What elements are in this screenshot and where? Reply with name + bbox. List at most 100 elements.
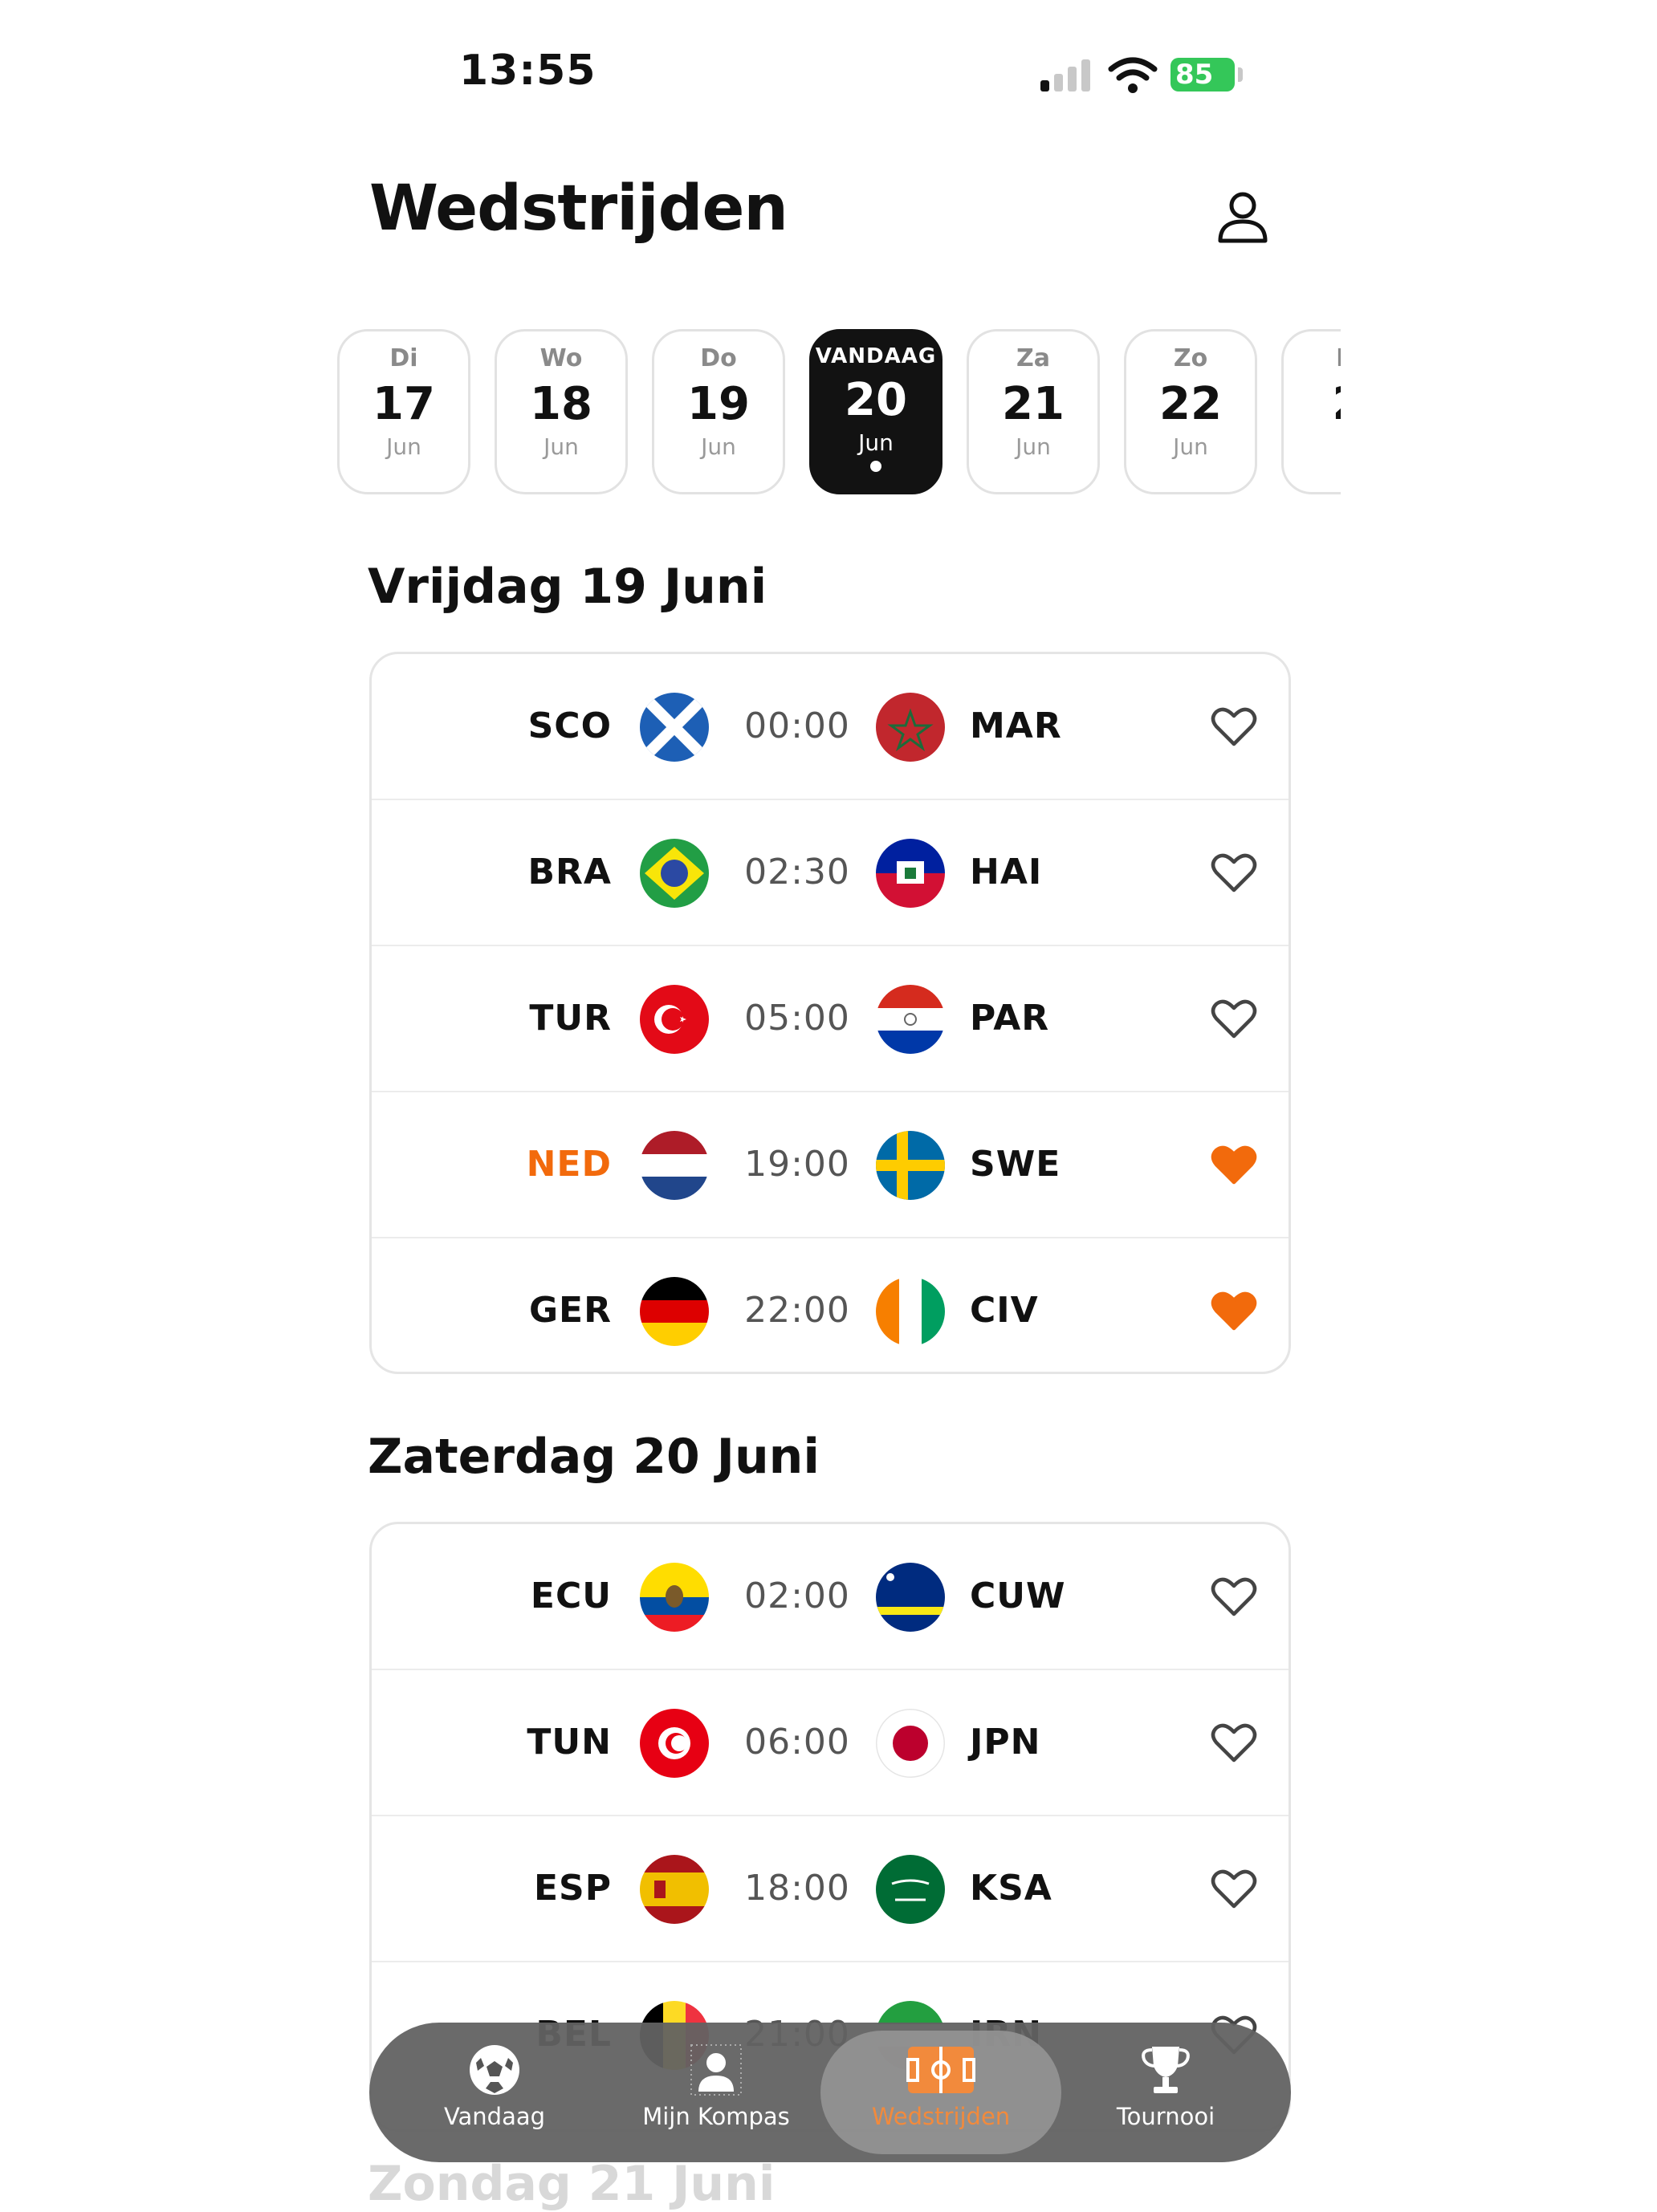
battery-tip <box>1238 67 1243 82</box>
away-team: JPN <box>970 1722 1041 1763</box>
heart-outline-icon[interactable] <box>1210 848 1258 897</box>
soccer-ball-icon <box>470 2045 519 2095</box>
tab-vandaag[interactable]: Vandaag <box>382 2023 607 2162</box>
date-month: Jun <box>858 429 894 456</box>
match-row[interactable]: BRA 02:30 HAI <box>372 799 1289 945</box>
page-title: Wedstrijden <box>369 173 788 245</box>
kickoff-time: 19:00 <box>744 1144 850 1185</box>
date-day: 21 <box>1002 378 1065 430</box>
away-team: HAI <box>970 852 1043 893</box>
person-icon <box>690 2044 742 2096</box>
date-weekday: Zo <box>1173 344 1208 372</box>
tunisia-flag-icon <box>640 1709 709 1778</box>
heart-outline-icon[interactable] <box>1210 1718 1258 1767</box>
section-title: Zondag 21 Juni <box>368 2156 776 2212</box>
date-month: Jun <box>1016 433 1051 460</box>
tab-tournooi[interactable]: Tournooi <box>1053 2023 1278 2162</box>
match-row[interactable]: NED 19:00 SWE <box>372 1091 1289 1237</box>
home-team: GER <box>528 1290 612 1331</box>
tab-label: Tournooi <box>1116 2103 1215 2130</box>
sweden-flag-icon <box>876 1131 945 1200</box>
field-icon <box>906 2047 975 2093</box>
date-chip[interactable]: Zo 22 Jun <box>1124 329 1257 494</box>
heart-outline-icon[interactable] <box>1210 702 1258 750</box>
home-team: ECU <box>530 1576 612 1616</box>
date-weekday: Do <box>700 344 737 372</box>
date-weekday: Za <box>1016 344 1050 372</box>
match-row[interactable]: ESP 18:00 KSA <box>372 1815 1289 1961</box>
home-team: ESP <box>534 1868 612 1909</box>
home-team: NED <box>526 1144 612 1185</box>
match-row[interactable]: TUR 05:00 PAR <box>372 945 1289 1091</box>
date-month: Jun <box>701 433 736 460</box>
date-chip[interactable]: Do 19 Jun <box>652 329 785 494</box>
tab-label: Mijn Kompas <box>642 2103 790 2130</box>
ecuador-flag-icon <box>640 1563 709 1632</box>
netherlands-flag-icon <box>640 1131 709 1200</box>
match-row[interactable]: ECU 02:00 CUW <box>372 1524 1289 1669</box>
away-team: PAR <box>970 998 1050 1039</box>
ivory-coast-flag-icon <box>876 1277 945 1346</box>
date-chip[interactable]: Wo 18 Jun <box>495 329 628 494</box>
tab-label: Vandaag <box>443 2103 546 2130</box>
match-row[interactable]: GER 22:00 CIV <box>372 1237 1289 1372</box>
match-row[interactable]: TUN 06:00 JPN <box>372 1669 1289 1815</box>
home-team: TUR <box>529 998 612 1039</box>
date-day: 18 <box>530 378 592 430</box>
wifi-icon <box>1108 57 1158 93</box>
kickoff-time: 02:30 <box>744 852 850 893</box>
japan-flag-icon <box>876 1709 945 1778</box>
morocco-flag-icon <box>876 693 945 762</box>
date-month: Jun <box>544 433 579 460</box>
kickoff-time: 05:00 <box>744 998 850 1039</box>
heart-outline-icon[interactable] <box>1210 1864 1258 1913</box>
haiti-flag-icon <box>876 839 945 908</box>
curacao-flag-icon <box>876 1563 945 1632</box>
person-icon[interactable] <box>1212 186 1273 247</box>
turkey-flag-icon <box>640 985 709 1054</box>
spain-flag-icon <box>640 1855 709 1924</box>
heart-filled-icon[interactable] <box>1210 1141 1258 1189</box>
match-list: SCO 00:00 MAR BRA 02:30 HAI TUR 05:00 PA… <box>369 652 1291 1374</box>
date-month: J <box>1284 433 1341 460</box>
home-team: BRA <box>527 852 612 893</box>
date-day: 17 <box>373 378 435 430</box>
bottom-tab-bar: Vandaag Mijn Kompas Wedstrijden Tournooi <box>369 2023 1291 2162</box>
cellular-signal-icon <box>1040 58 1093 91</box>
status-bar: 13:55 85 <box>0 0 1657 120</box>
date-day: 22 <box>1159 378 1222 430</box>
tab-wedstrijden[interactable]: Wedstrijden <box>820 2031 1061 2154</box>
kickoff-time: 00:00 <box>744 705 850 746</box>
germany-flag-icon <box>640 1277 709 1346</box>
paraguay-flag-icon <box>876 985 945 1054</box>
date-weekday: VANDAAG <box>815 344 937 368</box>
date-weekday: Wo <box>539 344 583 372</box>
saudi-arabia-flag-icon <box>876 1855 945 1924</box>
tab-mijn-kompas[interactable]: Mijn Kompas <box>604 2023 828 2162</box>
date-chip-today[interactable]: VANDAAG 20 Jun <box>809 329 942 494</box>
heart-outline-icon[interactable] <box>1210 994 1258 1043</box>
battery-indicator: 85 <box>1170 58 1235 91</box>
kickoff-time: 06:00 <box>744 1722 850 1763</box>
status-time: 13:55 <box>459 47 596 95</box>
date-chip[interactable]: Za 21 Jun <box>967 329 1100 494</box>
date-weekday: M <box>1284 344 1341 372</box>
kickoff-time: 22:00 <box>744 1290 850 1331</box>
brazil-flag-icon <box>640 839 709 908</box>
trophy-icon <box>1142 2047 1190 2093</box>
date-chip[interactable]: Di 17 Jun <box>337 329 470 494</box>
heart-outline-icon[interactable] <box>1210 1572 1258 1620</box>
kickoff-time: 18:00 <box>744 1868 850 1909</box>
section-title: Zaterdag 20 Juni <box>368 1429 820 1485</box>
away-team: CIV <box>970 1290 1039 1331</box>
match-row[interactable]: SCO 00:00 MAR <box>372 654 1289 799</box>
home-team: SCO <box>527 705 612 746</box>
date-day: 20 <box>845 374 907 426</box>
date-month: Jun <box>386 433 421 460</box>
scotland-flag-icon <box>640 693 709 762</box>
date-chip[interactable]: M 2 J <box>1281 329 1341 494</box>
heart-filled-icon[interactable] <box>1210 1287 1258 1335</box>
date-weekday: Di <box>389 344 418 372</box>
home-team: TUN <box>527 1722 612 1763</box>
tab-label: Wedstrijden <box>871 2103 1011 2130</box>
